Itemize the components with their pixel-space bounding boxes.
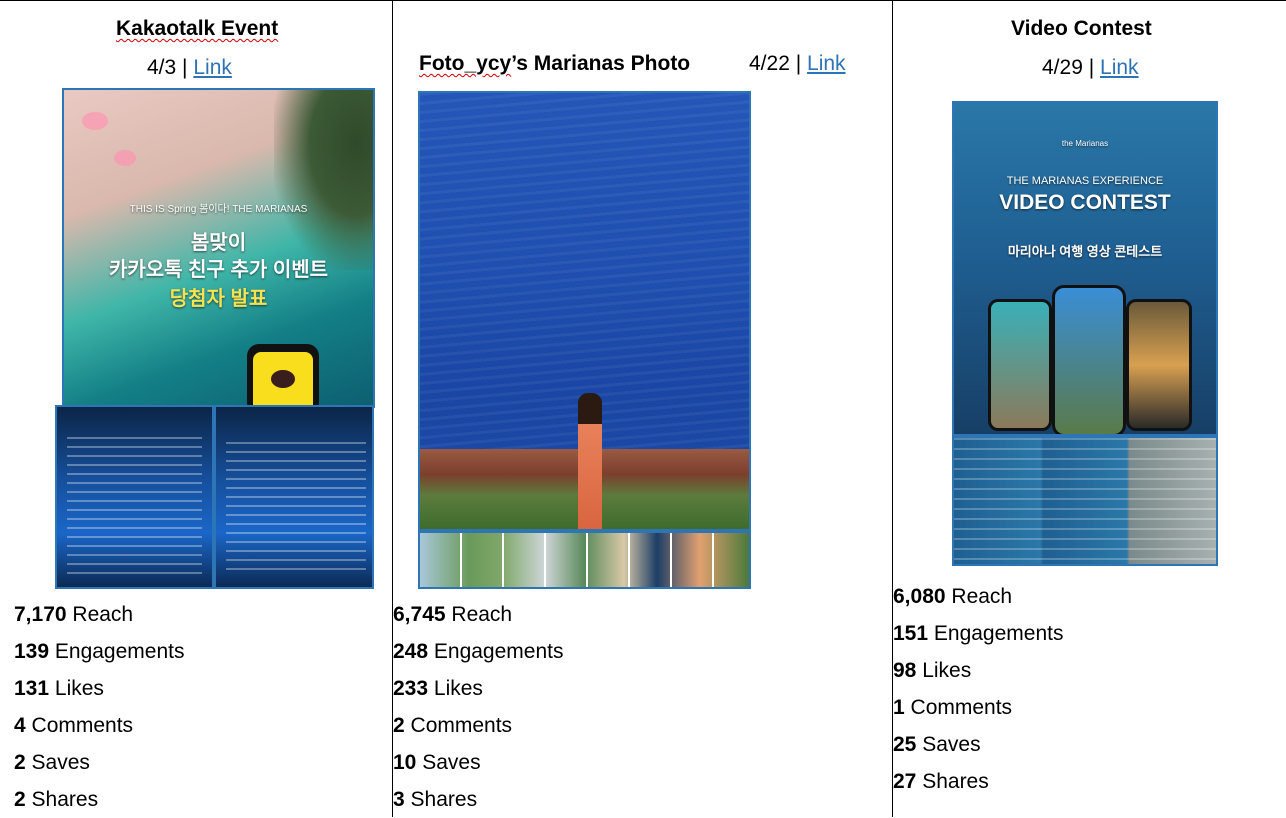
phone-mockup-center: [1052, 285, 1126, 434]
stat-reach: 7,170 Reach: [14, 603, 134, 626]
stat-engagements: 248 Engagements: [393, 640, 564, 663]
column-kakaotalk-event: Kakaotalk Event 4/3 | Link THIS IS Sprin…: [0, 0, 392, 817]
video-contest-image: the Marianas THE MARIANAS EXPERIENCE VID…: [952, 101, 1218, 436]
stat-shares: 2 Shares: [14, 788, 99, 811]
contest-details-strip: [952, 436, 1218, 566]
ocean-photo: [418, 91, 751, 531]
image-line3: 당첨자 발표: [169, 288, 268, 310]
column-photo-feature: Foto_ycy’s Marianas Photo 4/22 | Link 6,…: [393, 0, 892, 817]
post-date: 4/22: [749, 52, 790, 75]
post-date: 4/29: [1042, 56, 1083, 79]
title-rest: ’s Marianas Photo: [511, 52, 691, 75]
title-text: Kakaotalk Event: [116, 17, 279, 40]
date-line: 4/3 | Link: [147, 56, 232, 80]
image-line2: 카카오톡 친구 추가 이벤트: [108, 259, 329, 281]
winner-list-image-1: [55, 405, 214, 589]
column-video-contest: Video Contest 4/29 | Link the Marianas T…: [893, 0, 1286, 817]
title-handle: Foto_ycy: [419, 52, 512, 75]
image-headline2: VIDEO CONTEST: [999, 191, 1171, 214]
thumbnail-strip: [418, 531, 751, 589]
column-title: Kakaotalk Event: [116, 17, 278, 41]
stat-reach: 6,745 Reach: [393, 603, 513, 626]
post-link[interactable]: Link: [1100, 56, 1139, 79]
stat-reach: 6,080 Reach: [893, 585, 1013, 608]
stat-likes: 233 Likes: [393, 677, 483, 700]
phone-mockup-right: [1126, 299, 1192, 431]
report-table: Kakaotalk Event 4/3 | Link THIS IS Sprin…: [0, 0, 1286, 817]
stat-engagements: 139 Engagements: [14, 640, 185, 663]
stat-comments: 2 Comments: [393, 714, 513, 737]
flower-petal: [82, 112, 108, 130]
stat-comments: 4 Comments: [14, 714, 134, 737]
flower-petal: [114, 150, 136, 166]
image-korean: 마리아나 여행 영상 콘테스트: [1007, 244, 1163, 259]
stat-saves: 10 Saves: [393, 751, 481, 774]
phone-mockup: [247, 344, 319, 406]
stats-list: 6,745 Reach 248 Engagements 233 Likes 2 …: [393, 596, 563, 818]
stat-comments: 1 Comments: [893, 696, 1013, 719]
separator: |: [182, 56, 188, 79]
kakao-chat-icon: [271, 370, 295, 388]
brand-logo-text: the Marianas: [1061, 139, 1109, 148]
post-date: 4/3: [147, 56, 177, 79]
stats-list: 6,080 Reach 151 Engagements 98 Likes 1 C…: [893, 578, 1063, 800]
post-link[interactable]: Link: [193, 56, 232, 79]
winner-list-image-2: [214, 405, 374, 589]
stat-likes: 98 Likes: [893, 659, 972, 682]
date-line: 4/22 | Link: [749, 52, 846, 76]
stat-saves: 25 Saves: [893, 733, 981, 756]
kakaotalk-event-image: THIS IS Spring 봄이다! THE MARIANAS 봄맞이 카카오…: [62, 88, 375, 408]
separator: |: [1088, 56, 1095, 79]
stat-likes: 131 Likes: [14, 677, 104, 700]
column-title: Video Contest: [1011, 17, 1152, 40]
stat-saves: 2 Saves: [14, 751, 90, 774]
image-line1: 봄맞이: [190, 232, 247, 254]
stats-list: 7,170 Reach 139 Engagements 131 Likes 4 …: [14, 596, 184, 818]
image-headline1: THE MARIANAS EXPERIENCE: [1006, 175, 1164, 187]
phone-mockup-left: [988, 299, 1052, 431]
stat-shares: 3 Shares: [393, 788, 478, 811]
stat-engagements: 151 Engagements: [893, 622, 1064, 645]
post-link[interactable]: Link: [807, 52, 846, 75]
person-figure: [578, 393, 602, 529]
banner-text: THIS IS Spring 봄이다! THE MARIANAS: [129, 204, 308, 215]
column-title: Foto_ycy’s Marianas Photo: [419, 52, 690, 76]
separator: |: [795, 52, 802, 75]
stat-shares: 27 Shares: [893, 770, 989, 793]
date-line: 4/29 | Link: [1042, 56, 1139, 80]
